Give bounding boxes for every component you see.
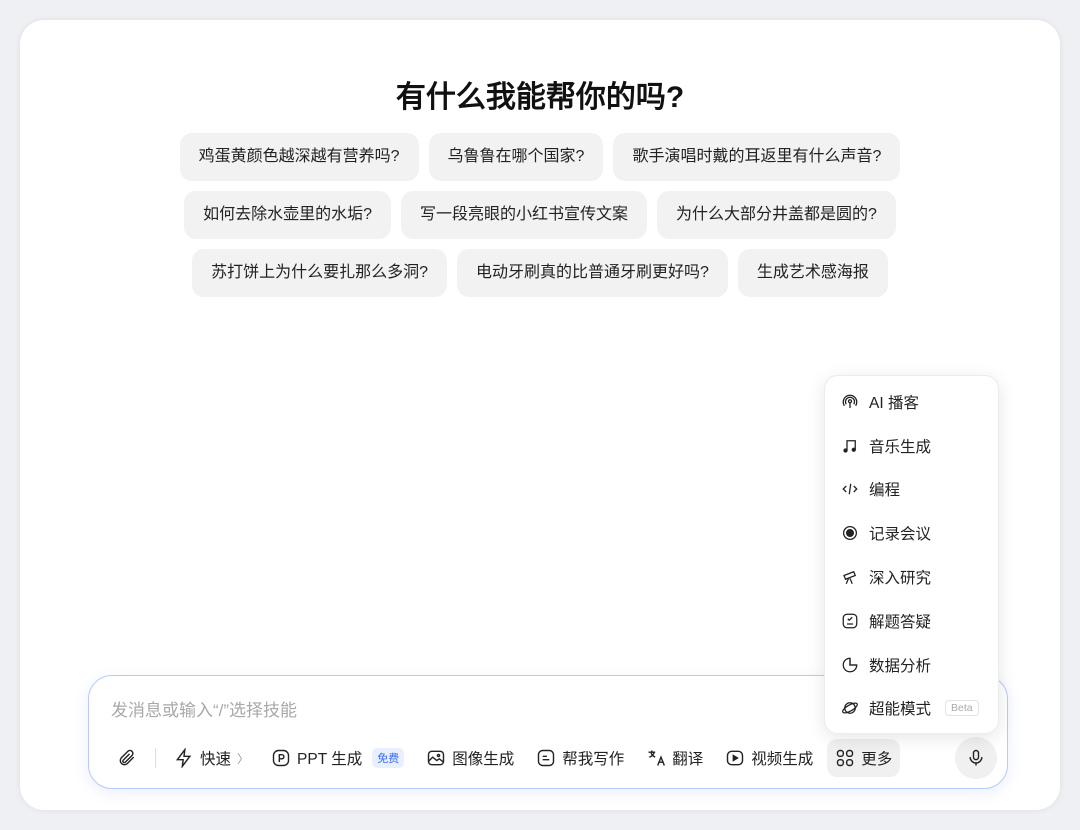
menu-item-label: 超能模式 <box>869 701 932 719</box>
menu-item-super-mode[interactable]: 超能模式 Beta <box>825 687 998 731</box>
image-label: 图像生成 <box>452 751 515 768</box>
play-icon <box>727 750 744 766</box>
menu-item-label: 记录会议 <box>869 526 932 544</box>
write-label: 帮我写作 <box>562 751 625 768</box>
document-icon <box>538 749 555 767</box>
quick-label: 快速 <box>200 751 232 768</box>
ppt-icon <box>272 749 290 767</box>
menu-item-meeting[interactable]: 记录会议 <box>825 511 998 555</box>
telescope-icon <box>843 571 857 585</box>
menu-item-music[interactable]: 音乐生成 <box>825 424 998 468</box>
ppt-label: PPT 生成 <box>297 751 363 768</box>
suggestions: 鸡蛋黄颜色越深越有营养吗? 乌鲁鲁在哪个国家? 歌手演唱时戴的耳返里有什么声音?… <box>20 133 1060 307</box>
video-generation-button[interactable]: 视频生成 <box>717 739 821 777</box>
free-badge: 免费 <box>372 748 405 768</box>
menu-item-label: 编程 <box>869 482 901 500</box>
menu-item-label: AI 播客 <box>869 394 919 412</box>
menu-item-research[interactable]: 深入研究 <box>825 555 998 599</box>
suggestion-row: 如何去除水壶里的水垢? 写一段亮眼的小红书宣传文案 为什么大部分井盖都是圆的? <box>20 191 1060 239</box>
menu-item-label: 深入研究 <box>869 570 932 588</box>
suggestion-row: 鸡蛋黄颜色越深越有营养吗? 乌鲁鲁在哪个国家? 歌手演唱时戴的耳返里有什么声音? <box>20 133 1060 181</box>
chevron-right-icon: 〉 <box>237 751 250 766</box>
check-box-icon <box>842 613 858 629</box>
suggestion-row: 苏打饼上为什么要扎那么多洞? 电动牙刷真的比普通牙刷更好吗? 生成艺术感海报 <box>20 249 1060 297</box>
menu-item-coding[interactable]: 编程 <box>825 468 998 512</box>
image-generation-button[interactable]: 图像生成 <box>418 739 522 777</box>
podcast-icon <box>842 394 858 408</box>
paperclip-icon <box>119 749 135 766</box>
grid-icon <box>837 749 854 767</box>
suggestion-chip[interactable]: 如何去除水壶里的水垢? <box>184 191 391 239</box>
writing-button[interactable]: 帮我写作 <box>528 739 632 777</box>
divider <box>155 748 156 768</box>
voice-input-button[interactable] <box>955 737 997 779</box>
attach-button[interactable] <box>109 739 145 777</box>
suggestion-chip[interactable]: 苏打饼上为什么要扎那么多洞? <box>192 249 447 297</box>
menu-item-label: 解题答疑 <box>869 613 932 631</box>
quick-mode-button[interactable]: 快速〉 <box>166 739 257 777</box>
translate-label: 翻译 <box>672 751 704 768</box>
page-title: 有什么我能帮你的吗? <box>395 81 685 114</box>
video-label: 视频生成 <box>751 751 814 768</box>
more-button[interactable]: 更多 <box>827 739 901 777</box>
menu-item-label: 音乐生成 <box>869 438 932 456</box>
music-note-icon <box>843 439 856 453</box>
image-icon <box>427 750 445 766</box>
record-icon <box>842 526 858 541</box>
suggestion-chip[interactable]: 电动牙刷真的比普通牙刷更好吗? <box>456 249 728 297</box>
toolbar: 快速〉 PPT 生成 免费 图像生成 帮我写作 翻译 视频生成 更多 <box>109 738 906 778</box>
more-menu: AI 播客 音乐生成 编程 记录会议 深入研究 解题答疑 数据分析 超能模式 Be… <box>824 375 999 734</box>
lightning-icon <box>175 748 192 768</box>
suggestion-chip[interactable]: 鸡蛋黄颜色越深越有营养吗? <box>179 133 419 181</box>
suggestion-chip[interactable]: 生成艺术感海报 <box>737 249 888 297</box>
menu-item-label: 数据分析 <box>869 657 932 675</box>
menu-item-ai-podcast[interactable]: AI 播客 <box>825 380 998 424</box>
translate-icon <box>648 750 666 766</box>
suggestion-chip[interactable]: 歌手演唱时戴的耳返里有什么声音? <box>613 133 901 181</box>
main-card: 有什么我能帮你的吗? 鸡蛋黄颜色越深越有营养吗? 乌鲁鲁在哪个国家? 歌手演唱时… <box>20 20 1060 810</box>
ppt-button[interactable]: PPT 生成 免费 <box>263 739 412 777</box>
planet-icon <box>842 702 858 715</box>
beta-badge: Beta <box>945 700 979 717</box>
translate-button[interactable]: 翻译 <box>638 739 711 777</box>
menu-item-solve[interactable]: 解题答疑 <box>825 599 998 643</box>
microphone-icon <box>969 749 983 766</box>
suggestion-chip[interactable]: 写一段亮眼的小红书宣传文案 <box>400 191 647 239</box>
code-icon <box>842 484 858 495</box>
suggestion-chip[interactable]: 为什么大部分井盖都是圆的? <box>657 191 896 239</box>
pie-chart-icon <box>842 657 858 673</box>
more-label: 更多 <box>861 751 893 768</box>
message-input-placeholder[interactable]: 发消息或输入“/”选择技能 <box>111 696 297 721</box>
suggestion-chip[interactable]: 乌鲁鲁在哪个国家? <box>428 133 604 181</box>
menu-item-data-analysis[interactable]: 数据分析 <box>825 643 998 687</box>
